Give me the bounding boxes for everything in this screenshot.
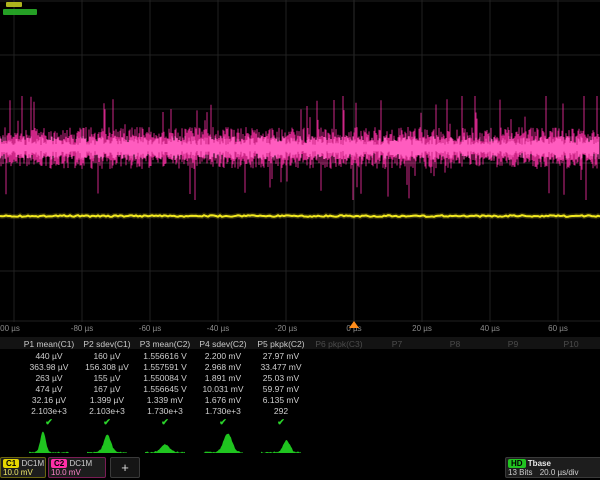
measure-value: 440 µV bbox=[20, 351, 78, 361]
measure-header-p1[interactable]: P1 mean(C1) bbox=[20, 339, 78, 349]
measure-value: 27.97 mV bbox=[252, 351, 310, 361]
measure-value: 1.676 mV bbox=[194, 395, 252, 405]
c1-trace[interactable] bbox=[0, 215, 600, 217]
histicon-p5[interactable] bbox=[261, 427, 301, 454]
time-label: 20 µs bbox=[412, 324, 432, 333]
measure-value: 10.031 mV bbox=[194, 384, 252, 394]
time-label: 60 µs bbox=[548, 324, 568, 333]
time-label: 40 µs bbox=[480, 324, 500, 333]
c1-badge: C1 bbox=[3, 459, 19, 468]
measure-value: 1.550084 V bbox=[136, 373, 194, 383]
measure-value: 33.477 mV bbox=[252, 362, 310, 372]
measure-value: 2.968 mV bbox=[194, 362, 252, 372]
top-left-indicator-2 bbox=[3, 9, 37, 15]
histicon-p2[interactable] bbox=[87, 427, 127, 454]
add-trace-button[interactable]: + bbox=[110, 457, 140, 478]
measure-value: 474 µV bbox=[20, 384, 78, 394]
time-label: -80 µs bbox=[71, 324, 93, 333]
measure-value: 1.556616 V bbox=[136, 351, 194, 361]
measure-table: P1 mean(C1)P2 sdev(C1)P3 mean(C2)P4 sdev… bbox=[0, 337, 600, 427]
measure-value: 2.103e+3 bbox=[78, 406, 136, 416]
measure-header-p5[interactable]: P5 pkpk(C2) bbox=[252, 339, 310, 349]
channel-descriptor-c2[interactable]: C2 DC1M 10.0 mV bbox=[48, 457, 106, 478]
measure-value: 167 µV bbox=[78, 384, 136, 394]
measure-header-p6[interactable]: P6 pkpk(C3) bbox=[310, 339, 368, 349]
oscilloscope-screen: 00 µs-80 µs-60 µs-40 µs-20 µs0 µs20 µs40… bbox=[0, 0, 600, 480]
measure-value: 1.339 mV bbox=[136, 395, 194, 405]
measure-header-p3[interactable]: P3 mean(C2) bbox=[136, 339, 194, 349]
c2-coupling: DC1M bbox=[69, 459, 92, 468]
c2-scale: 10.0 mV bbox=[51, 468, 103, 477]
measure-value: 160 µV bbox=[78, 351, 136, 361]
measure-value: 1.730e+3 bbox=[194, 406, 252, 416]
time-label: -20 µs bbox=[275, 324, 297, 333]
measure-value: 59.97 mV bbox=[252, 384, 310, 394]
measure-header-p4[interactable]: P4 sdev(C2) bbox=[194, 339, 252, 349]
channel-descriptor-c1[interactable]: C1 DC1M 10.0 mV bbox=[0, 457, 46, 478]
time-label: -40 µs bbox=[207, 324, 229, 333]
measure-value: 2.200 mV bbox=[194, 351, 252, 361]
trigger-position-marker[interactable] bbox=[349, 321, 359, 328]
measure-value: 1.891 mV bbox=[194, 373, 252, 383]
measure-header-p2[interactable]: P2 sdev(C1) bbox=[78, 339, 136, 349]
time-label: 00 µs bbox=[0, 324, 20, 333]
timebase-bits: 13 Bits bbox=[508, 468, 532, 477]
histicon-p1[interactable] bbox=[29, 427, 69, 454]
plus-icon: + bbox=[121, 460, 129, 475]
measure-value: 1.399 µV bbox=[78, 395, 136, 405]
graticule-and-traces bbox=[0, 0, 600, 322]
measure-value: 25.03 mV bbox=[252, 373, 310, 383]
histicon-p4[interactable] bbox=[203, 427, 243, 454]
hd-badge: HD bbox=[508, 459, 526, 468]
measure-value: 155 µV bbox=[78, 373, 136, 383]
top-left-indicator-1 bbox=[6, 2, 22, 7]
measure-value: 292 bbox=[252, 406, 310, 416]
histicon-p3[interactable] bbox=[145, 427, 185, 454]
measure-value: 1.557591 V bbox=[136, 362, 194, 372]
timebase-scale: 20.0 µs/div bbox=[540, 468, 579, 477]
measure-value: 1.730e+3 bbox=[136, 406, 194, 416]
measure-value: 363.98 µV bbox=[20, 362, 78, 372]
c1-scale: 10.0 mV bbox=[3, 468, 43, 477]
timebase-descriptor[interactable]: HD Tbase 13 Bits 20.0 µs/div bbox=[505, 457, 600, 478]
measure-header-p8[interactable]: P8 bbox=[426, 339, 484, 349]
measure-header-p7[interactable]: P7 bbox=[368, 339, 426, 349]
measure-value: 32.16 µV bbox=[20, 395, 78, 405]
measure-value: 1.556645 V bbox=[136, 384, 194, 394]
measure-value: 6.135 mV bbox=[252, 395, 310, 405]
measure-header-p9[interactable]: P9 bbox=[484, 339, 542, 349]
c2-badge: C2 bbox=[51, 459, 67, 468]
c2-trace[interactable] bbox=[0, 96, 599, 200]
measure-value: 156.308 µV bbox=[78, 362, 136, 372]
waveform-display[interactable] bbox=[0, 0, 600, 322]
bottom-bar: C1 DC1M 10.0 mV C2 DC1M 10.0 mV HD Tbase… bbox=[0, 456, 600, 480]
time-label: -60 µs bbox=[139, 324, 161, 333]
measure-value: 263 µV bbox=[20, 373, 78, 383]
measure-header-p10[interactable]: P10 bbox=[542, 339, 600, 349]
timebase-label: Tbase bbox=[528, 459, 551, 468]
measure-value: 2.103e+3 bbox=[20, 406, 78, 416]
time-axis: 00 µs-80 µs-60 µs-40 µs-20 µs0 µs20 µs40… bbox=[0, 322, 600, 336]
c1-coupling: DC1M bbox=[21, 459, 44, 468]
